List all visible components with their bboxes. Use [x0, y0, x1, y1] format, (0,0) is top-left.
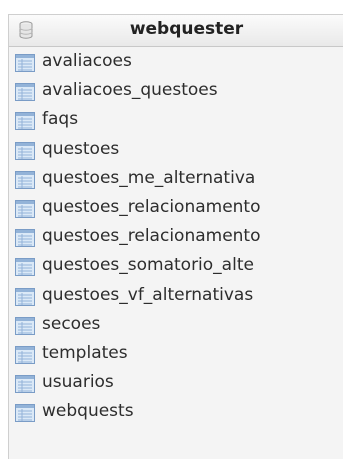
table-name: faqs	[42, 109, 79, 130]
table-name: usuarios	[42, 372, 114, 393]
table-name: questoes_me_alternativa	[42, 167, 256, 188]
table-icon	[15, 54, 35, 72]
table-icon	[15, 112, 35, 131]
table-name: questoes_vf_alternativas	[42, 284, 254, 305]
table-name: secoes	[42, 313, 101, 334]
table-name: questoes	[42, 138, 120, 159]
table-row[interactable]: templates	[9, 340, 343, 369]
table-row[interactable]: usuarios	[9, 369, 343, 398]
table-row[interactable]: questoes_me_alternativa	[9, 165, 343, 194]
table-name: questoes_somatorio_alte	[42, 255, 254, 276]
table-icon	[15, 316, 35, 335]
table-row[interactable]: questoes_relacionamento	[9, 194, 343, 223]
table-name: avaliacoes_questoes	[42, 80, 218, 101]
table-row[interactable]: questoes	[9, 136, 343, 165]
table-icon	[15, 141, 35, 160]
table-name: avaliacoes	[42, 51, 132, 71]
table-icon	[15, 170, 35, 189]
table-list: avaliacoes avaliacoes_questoesfaqs questoe…	[9, 48, 343, 427]
table-name: questoes_relacionamento	[42, 196, 261, 217]
table-icon	[15, 83, 35, 102]
table-row[interactable]: secoes	[9, 311, 343, 340]
table-row[interactable]: avaliacoes_questoes	[9, 77, 343, 106]
database-tree-panel: webquester avaliacoes avaliacoes_questoes…	[8, 14, 343, 459]
table-icon	[15, 404, 35, 423]
table-icon	[15, 229, 35, 248]
table-name: webquests	[42, 401, 134, 422]
database-header[interactable]: webquester	[9, 15, 343, 47]
table-row[interactable]: questoes_somatorio_alte	[9, 252, 343, 281]
table-icon	[15, 287, 35, 306]
table-row[interactable]: webquests	[9, 398, 343, 427]
table-row[interactable]: questoes_vf_alternativas	[9, 282, 343, 311]
table-row[interactable]: questoes_relacionamento	[9, 223, 343, 252]
table-name: questoes_relacionamento	[42, 226, 261, 247]
table-icon	[15, 375, 35, 394]
table-icon	[15, 258, 35, 277]
table-row[interactable]: avaliacoes	[9, 48, 343, 77]
table-icon	[15, 345, 35, 364]
database-name: webquester	[129, 19, 244, 39]
table-icon	[15, 199, 35, 218]
table-row[interactable]: faqs	[9, 106, 343, 135]
table-name: templates	[42, 342, 128, 363]
